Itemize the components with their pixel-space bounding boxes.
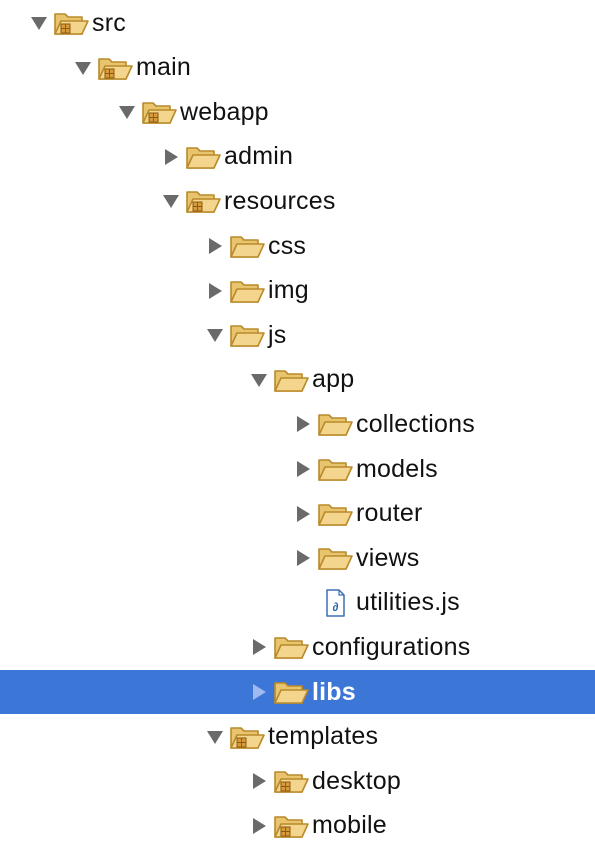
tree-item-label: main — [136, 53, 191, 82]
tree-item-admin[interactable]: admin — [0, 135, 595, 179]
expanded-arrow-icon[interactable] — [30, 14, 48, 32]
collapsed-arrow-icon[interactable] — [294, 505, 312, 523]
tree-item-label: configurations — [312, 632, 471, 661]
collapsed-arrow-icon[interactable] — [206, 282, 224, 300]
tree-item-label: app — [312, 365, 355, 394]
tree-item-label: js — [268, 320, 287, 349]
tree-item-label: router — [356, 499, 423, 528]
tree-item-label: libs — [312, 677, 356, 706]
tree-item-utilities-js[interactable]: ∂ utilities.js — [0, 581, 595, 625]
expanded-arrow-icon[interactable] — [206, 326, 224, 344]
collapsed-arrow-icon[interactable] — [294, 460, 312, 478]
tree-item-resources[interactable]: resources — [0, 179, 595, 223]
collapsed-arrow-icon[interactable] — [250, 638, 268, 656]
source-folder-icon — [272, 766, 310, 796]
collapsed-arrow-icon[interactable] — [294, 549, 312, 567]
tree-item-css[interactable]: css — [0, 224, 595, 268]
tree-item-label: src — [92, 8, 126, 37]
tree-item-label: webapp — [180, 97, 269, 126]
tree-item-views[interactable]: views — [0, 536, 595, 580]
expanded-arrow-icon[interactable] — [250, 371, 268, 389]
source-folder-icon — [52, 8, 90, 38]
tree-item-collections[interactable]: collections — [0, 402, 595, 446]
folder-icon — [272, 632, 310, 662]
collapsed-arrow-icon[interactable] — [206, 237, 224, 255]
tree-item-label: models — [356, 454, 438, 483]
tree-item-label: desktop — [312, 766, 401, 795]
expanded-arrow-icon[interactable] — [118, 103, 136, 121]
tree-item-label: resources — [224, 186, 336, 215]
tree-item-templates[interactable]: templates — [0, 715, 595, 759]
tree-item-label: mobile — [312, 811, 387, 840]
project-explorer-tree: src main webapp admin resources css img js app co… — [0, 0, 595, 859]
folder-icon — [228, 231, 266, 261]
tree-item-label: img — [268, 276, 309, 305]
tree-item-models[interactable]: models — [0, 447, 595, 491]
tree-item-js[interactable]: js — [0, 313, 595, 357]
folder-icon — [228, 320, 266, 350]
tree-item-configurations[interactable]: configurations — [0, 625, 595, 669]
expanded-arrow-icon[interactable] — [206, 728, 224, 746]
tree-item-mobile[interactable]: mobile — [0, 804, 595, 848]
source-folder-icon — [140, 97, 178, 127]
source-folder-icon — [96, 53, 134, 83]
collapsed-arrow-icon[interactable] — [250, 772, 268, 790]
folder-icon — [272, 677, 310, 707]
folder-icon — [316, 499, 354, 529]
tree-item-label: collections — [356, 409, 475, 438]
tree-item-libs[interactable]: libs — [0, 670, 595, 714]
tree-item-src[interactable]: src — [0, 1, 595, 45]
tree-item-label: utilities.js — [356, 588, 460, 617]
tree-item-label: templates — [268, 722, 379, 751]
tree-item-img[interactable]: img — [0, 269, 595, 313]
svg-text:∂: ∂ — [333, 600, 339, 614]
source-folder-icon — [272, 811, 310, 841]
tree-item-label: css — [268, 231, 307, 260]
source-folder-icon — [228, 722, 266, 752]
tree-item-router[interactable]: router — [0, 492, 595, 536]
folder-icon — [316, 454, 354, 484]
source-folder-icon — [184, 186, 222, 216]
collapsed-arrow-icon[interactable] — [250, 817, 268, 835]
expanded-arrow-icon[interactable] — [162, 192, 180, 210]
folder-icon — [272, 365, 310, 395]
folder-icon — [228, 276, 266, 306]
tree-item-label: views — [356, 543, 420, 572]
collapsed-arrow-icon[interactable] — [250, 683, 268, 701]
collapsed-arrow-icon[interactable] — [294, 415, 312, 433]
tree-item-app[interactable]: app — [0, 358, 595, 402]
js-file-icon: ∂ — [316, 588, 354, 618]
folder-icon — [316, 409, 354, 439]
folder-icon — [316, 543, 354, 573]
tree-item-webapp[interactable]: webapp — [0, 90, 595, 134]
expanded-arrow-icon[interactable] — [74, 59, 92, 77]
collapsed-arrow-icon[interactable] — [162, 148, 180, 166]
tree-item-desktop[interactable]: desktop — [0, 759, 595, 803]
tree-item-label: admin — [224, 142, 294, 171]
folder-icon — [184, 142, 222, 172]
tree-item-main[interactable]: main — [0, 46, 595, 90]
